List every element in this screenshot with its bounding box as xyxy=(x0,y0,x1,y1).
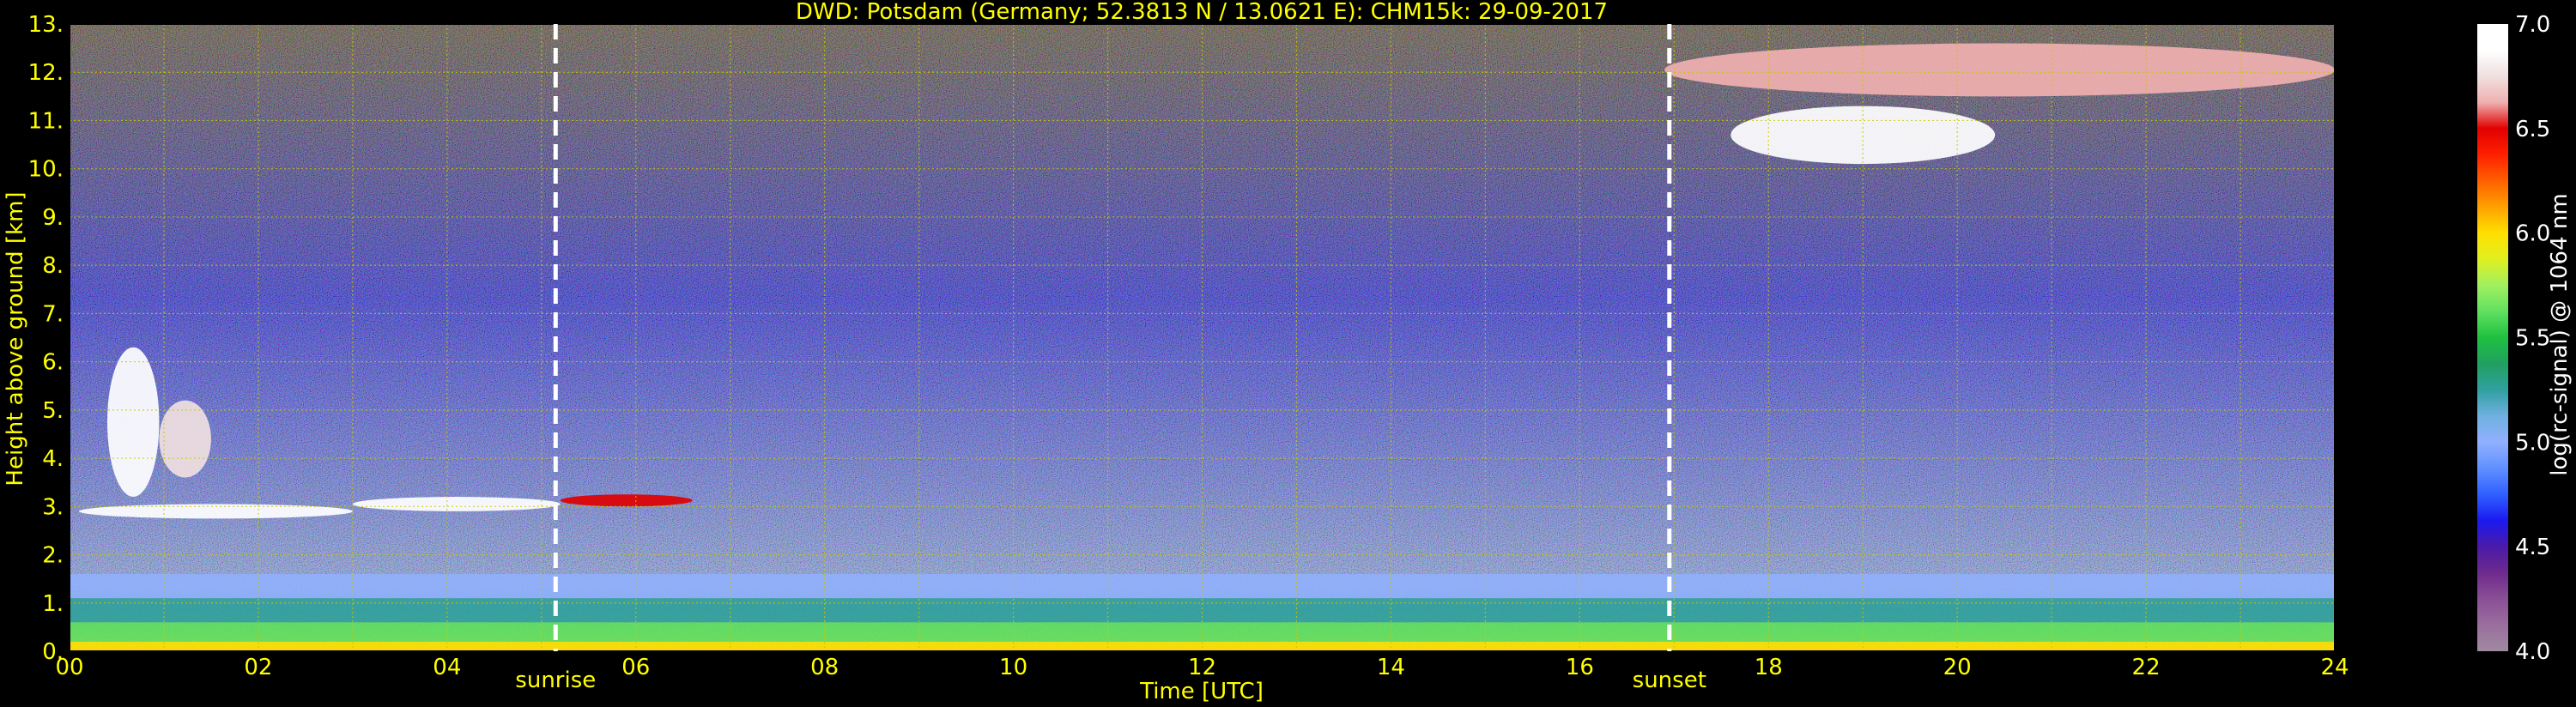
y-tick-label: 13. xyxy=(28,12,64,38)
x-tick-label: 20 xyxy=(1943,655,1972,680)
colorbar-tick-label: 6.0 xyxy=(2515,221,2550,247)
y-tick-label: 5. xyxy=(42,398,64,424)
x-axis-label: Time [UTC] xyxy=(1139,679,1264,704)
y-tick-label: 11. xyxy=(28,108,64,134)
colorbar-tick-label: 4.5 xyxy=(2515,535,2550,560)
y-tick-label: 6. xyxy=(42,350,64,376)
x-tick-label: 18 xyxy=(1755,655,1783,680)
colorbar-tick-label: 5.0 xyxy=(2515,430,2550,456)
colorbar-tick-labels: 4.0 4.5 5.0 5.5 6.0 6.5 7.0 xyxy=(2515,12,2550,665)
marker-label-0: sunrise xyxy=(515,668,596,693)
x-tick-label: 24 xyxy=(2320,655,2349,680)
y-tick-label: 2. xyxy=(42,543,64,569)
x-tick-label: 04 xyxy=(433,655,461,680)
x-tick-label: 16 xyxy=(1566,655,1594,680)
y-tick-label: 8. xyxy=(42,253,64,279)
colorbar-tick-label: 4.0 xyxy=(2515,639,2550,665)
y-tick-label: 12. xyxy=(28,60,64,86)
x-tick-label: 06 xyxy=(621,655,650,680)
y-tick-label: 4. xyxy=(42,446,64,472)
colorbar: 4.0 4.5 5.0 5.5 6.0 6.5 7.0 log(rc-signal) @ 1… xyxy=(2477,12,2573,665)
x-tick-label: 08 xyxy=(810,655,839,680)
cloud-6 xyxy=(1664,43,2335,97)
x-tick-label: 12 xyxy=(1188,655,1216,680)
x-tick-labels: 00 02 04 06 08 10 12 14 16 18 20 22 24 xyxy=(55,655,2349,680)
y-tick-label: 7. xyxy=(42,301,64,327)
colorbar-fill xyxy=(2477,24,2508,651)
y-tick-label: 3. xyxy=(42,494,64,520)
x-tick-label: 10 xyxy=(999,655,1027,680)
cloud-1 xyxy=(159,400,211,478)
y-tick-labels: 0.1.2.3.4.5.6.7.8.9.10.11.12.13. xyxy=(28,12,64,665)
y-tick-label: 1. xyxy=(42,591,64,617)
colorbar-label: log(rc-signal) @ 1064 nm xyxy=(2547,193,2573,475)
marker-label-1: sunset xyxy=(1633,668,1706,693)
y-axis-label: Height above ground [km] xyxy=(3,191,28,486)
layer-band-2 xyxy=(70,598,2335,623)
x-tick-label: 02 xyxy=(244,655,272,680)
ceilometer-chart: DWD: Potsdam (Germany; 52.3813 N / 13.06… xyxy=(3,0,2573,704)
y-tick-label: 10. xyxy=(28,157,64,183)
colorbar-tick-label: 6.5 xyxy=(2515,117,2550,142)
x-tick-label: 14 xyxy=(1377,655,1405,680)
chart-title: DWD: Potsdam (Germany; 52.3813 N / 13.06… xyxy=(796,0,1608,25)
plot-area xyxy=(70,24,2335,651)
colorbar-tick-label: 5.5 xyxy=(2515,326,2550,352)
x-tick-label: 00 xyxy=(55,655,83,680)
y-tick-label: 9. xyxy=(42,205,64,231)
cloud-4 xyxy=(560,494,693,507)
cloud-3 xyxy=(352,497,561,511)
x-tick-label: 22 xyxy=(2132,655,2161,680)
colorbar-tick-label: 7.0 xyxy=(2515,12,2550,38)
cloud-0 xyxy=(106,347,160,498)
